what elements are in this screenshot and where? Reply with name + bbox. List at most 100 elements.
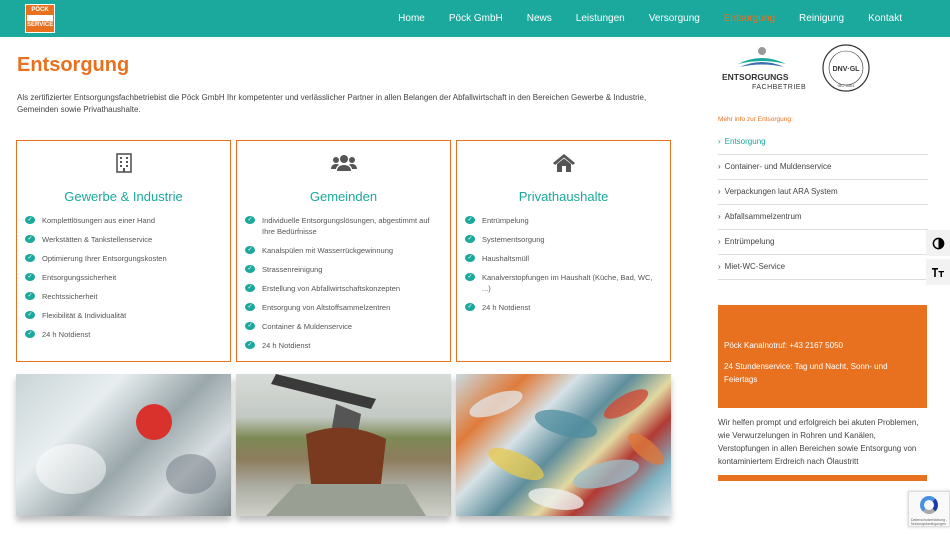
card-title: Gemeinden: [309, 189, 378, 204]
list-item: ✓ Rechtssicherheit: [25, 291, 222, 302]
card-list: ✓ Individuelle Entsorgungslösungen, abges…: [245, 215, 442, 359]
photo-excavator-grabber: [236, 374, 451, 516]
list-item: ✓ Kanalspülen mit Wasserrückgewinnung: [245, 245, 442, 256]
nav-news[interactable]: News: [515, 0, 564, 37]
photo-detail: [166, 454, 216, 494]
check-icon: ✓: [25, 254, 35, 262]
sidebar-link-list: › Entsorgung › Container- und Muldenservic…: [718, 130, 928, 280]
sidebar-item-entruempelung[interactable]: › Entrümpelung: [718, 230, 928, 255]
check-icon: ✓: [25, 330, 35, 338]
main-menu: Home Pöck GmbH News Leistungen Versorgun…: [386, 0, 914, 37]
nav-reinigung[interactable]: Reinigung: [787, 0, 856, 37]
check-icon: ✓: [465, 303, 475, 311]
sidebar-item-abfallsammelzentrum[interactable]: › Abfallsammelzentrum: [718, 205, 928, 230]
card-gewerbe-industrie: Gewerbe & Industrie ✓ Komplettlösungen au…: [16, 140, 231, 362]
svg-text:FACHBETRIEB: FACHBETRIEB: [752, 84, 806, 91]
logo-line-2: SERVICE: [27, 22, 54, 28]
list-item: ✓ Kanalverstopfungen im Haushalt (Küche, …: [465, 272, 662, 294]
check-icon: ✓: [465, 273, 475, 281]
list-item: ✓ Flexibilität & Individualität: [25, 310, 222, 321]
page-title: Entsorgung: [17, 54, 130, 76]
list-item: ✓ 24 h Notdienst: [245, 340, 442, 351]
intro-text: Als zertifizierter Entsorgungsfachbetrie…: [17, 93, 647, 114]
nav-leistungen[interactable]: Leistungen: [564, 0, 637, 37]
chevron-right-icon: ›: [718, 237, 721, 246]
check-icon: ✓: [245, 341, 255, 349]
list-item: ✓ Systementsorgung: [465, 234, 662, 245]
users-icon: [237, 153, 450, 178]
list-item: ✓ Komplettlösungen aus einer Hand: [25, 215, 222, 226]
card-privathaushalte: Privathaushalte ✓ Entrümpelung ✓ Systement…: [456, 140, 671, 362]
check-icon: ✓: [25, 235, 35, 243]
top-navigation-bar: PÖCK SERVICE Home Pöck GmbH News Leistun…: [0, 0, 950, 37]
certification-logos: ENTSORGUNGS FACHBETRIEB DNV·GL ISO 9001: [718, 44, 870, 94]
check-icon: ✓: [25, 216, 35, 224]
list-item: ✓ Entrümpelung: [465, 215, 662, 226]
check-icon: ✓: [25, 273, 35, 281]
recaptcha-privacy-text: Datenschutzerklärung - Nutzungsbedingung…: [911, 518, 948, 526]
list-item: ✓ 24 h Notdienst: [25, 329, 222, 340]
chevron-right-icon: ›: [718, 212, 721, 221]
chevron-right-icon: ›: [718, 137, 721, 146]
contrast-toggle-icon[interactable]: [926, 230, 950, 256]
list-item: ✓ Erstellung von Abfallwirtschaftskonzept…: [245, 283, 442, 294]
card-title: Gewerbe & Industrie: [64, 189, 183, 204]
svg-text:ENTSORGUNGS: ENTSORGUNGS: [722, 72, 789, 82]
chevron-right-icon: ›: [718, 262, 721, 271]
sidebar-description: Wir helfen prompt und erfolgreich bei ak…: [718, 418, 919, 466]
list-item: ✓ Werkstätten & Tankstellenservice: [25, 234, 222, 245]
check-icon: ✓: [25, 311, 35, 319]
check-icon: ✓: [465, 216, 475, 224]
sidebar-item-miet-wc[interactable]: › Miet-WC-Service: [718, 255, 928, 280]
poeck-service-logo[interactable]: PÖCK SERVICE: [25, 4, 55, 33]
list-item: ✓ 24 h Notdienst: [465, 302, 662, 313]
list-item: ✓ Optimierung Ihrer Entsorgungskosten: [25, 253, 222, 264]
check-icon: ✓: [245, 246, 255, 254]
check-icon: ✓: [245, 216, 255, 224]
nav-poeck-gmbh[interactable]: Pöck GmbH: [437, 0, 515, 37]
photo-detail: [136, 404, 172, 440]
emergency-hours: 24 Stundenservice: Tag und Nacht, Sonn- …: [724, 362, 888, 384]
card-title: Privathaushalte: [518, 189, 609, 204]
recaptcha-icon: [920, 496, 938, 514]
check-icon: ✓: [245, 322, 255, 330]
check-icon: ✓: [25, 292, 35, 300]
card-list: ✓ Komplettlösungen aus einer Hand ✓ Werkst…: [25, 215, 222, 348]
chevron-right-icon: ›: [718, 187, 721, 196]
chevron-right-icon: ›: [718, 162, 721, 171]
emergency-hotline[interactable]: Pöck Kanalnotruf: +43 2167 5050: [724, 339, 921, 352]
photo-plastic-bottles: [456, 374, 671, 516]
check-icon: ✓: [245, 303, 255, 311]
nav-home[interactable]: Home: [386, 0, 437, 37]
svg-text:ISO 9001: ISO 9001: [838, 83, 856, 88]
logo-line-1: PÖCK: [31, 7, 49, 13]
building-icon: [17, 153, 230, 178]
list-item: ✓ Strassenreinigung: [245, 264, 442, 275]
sidebar-item-container[interactable]: › Container- und Muldenservice: [718, 155, 928, 180]
nav-entsorgung[interactable]: Entsorgung: [712, 0, 787, 37]
font-size-toggle-icon[interactable]: [926, 259, 950, 285]
photo-plastic-containers: [16, 374, 231, 516]
list-item: ✓ Entsorgungssicherheit: [25, 272, 222, 283]
list-item: ✓ Haushaltsmüll: [465, 253, 662, 264]
card-gemeinden: Gemeinden ✓ Individuelle Entsorgungslösun…: [236, 140, 451, 362]
check-icon: ✓: [245, 265, 255, 273]
card-list: ✓ Entrümpelung ✓ Systementsorgung ✓ Haushal…: [465, 215, 662, 321]
check-icon: ✓: [465, 254, 475, 262]
check-icon: ✓: [465, 235, 475, 243]
home-icon: [457, 153, 670, 178]
list-item: ✓ Container & Muldenservice: [245, 321, 442, 332]
sidebar-info-label: Mehr info zur Entsorgung:: [718, 116, 793, 123]
recaptcha-badge[interactable]: Datenschutzerklärung - Nutzungsbedingung…: [908, 491, 950, 527]
sidebar-item-verpackungen[interactable]: › Verpackungen laut ARA System: [718, 180, 928, 205]
orange-divider: [718, 475, 927, 481]
photo-detail: [36, 444, 106, 494]
sidebar-item-entsorgung[interactable]: › Entsorgung: [718, 130, 928, 155]
nav-kontakt[interactable]: Kontakt: [856, 0, 914, 37]
check-icon: ✓: [245, 284, 255, 292]
svg-text:DNV·GL: DNV·GL: [833, 66, 861, 73]
list-item: ✓ Individuelle Entsorgungslösungen, abges…: [245, 215, 442, 237]
emergency-box: Pöck Kanalnotruf: +43 2167 5050 24 Stund…: [718, 305, 927, 408]
nav-versorgung[interactable]: Versorgung: [637, 0, 712, 37]
logo-stripe: [27, 15, 53, 21]
